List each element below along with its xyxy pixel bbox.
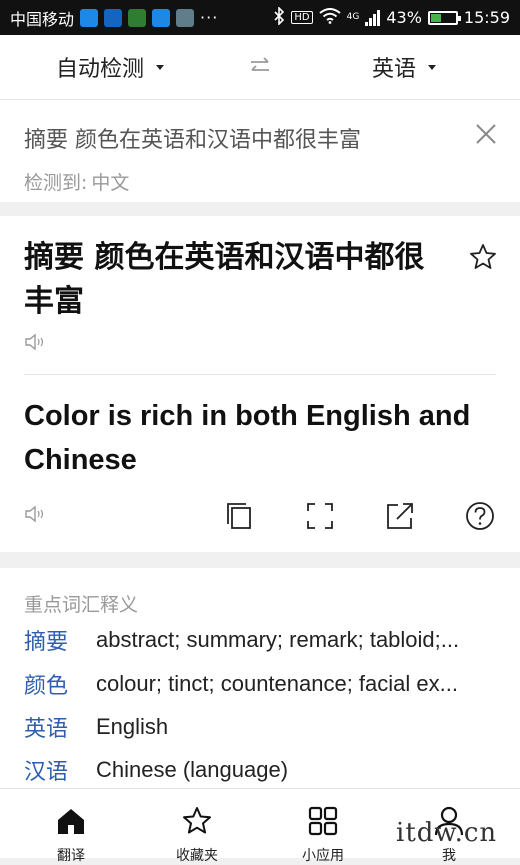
key-vocabulary-section: 重点词汇释义 摘要 abstract; summary; remark; tab… — [0, 568, 520, 790]
notification-app-icon — [104, 8, 123, 27]
detected-language: 检测到: 中文 — [24, 168, 129, 195]
chevron-down-icon — [156, 64, 165, 70]
source-language-label: 自动检测 — [56, 57, 145, 82]
nav-label: 翻译 — [57, 848, 85, 864]
vocab-word: 颜色 — [24, 674, 69, 699]
result-card: 摘要 颜色在英语和汉语中都很丰富 Color is rich in both E… — [0, 216, 520, 552]
copy-icon[interactable] — [224, 500, 256, 532]
vocab-item[interactable]: 汉语 Chinese (language) — [24, 750, 504, 790]
vocab-definition: abstract; summary; remark; tabloid;... — [96, 627, 460, 652]
vocab-item[interactable]: 摘要 abstract; summary; remark; tabloid;..… — [24, 620, 504, 660]
speaker-icon[interactable] — [24, 332, 48, 352]
notification-image-icon — [176, 8, 195, 27]
close-icon[interactable] — [472, 120, 500, 148]
status-bar: 中国移动 ··· HD 4G 43% 15:59 — [0, 0, 520, 35]
section-title: 重点词汇释义 — [24, 594, 139, 616]
translation-text: Color is rich in both English and Chines… — [24, 400, 471, 476]
vocab-word: 摘要 — [24, 630, 69, 655]
notification-app-icon — [80, 8, 99, 27]
source-language-selector[interactable]: 自动检测 — [56, 51, 165, 83]
vocab-definition: English — [96, 714, 169, 739]
swap-arrows-icon[interactable] — [248, 55, 272, 77]
star-icon — [183, 807, 211, 834]
detected-language-value: 中文 — [91, 172, 130, 194]
home-icon — [58, 809, 84, 834]
nav-item-translate[interactable]: 翻译 — [6, 789, 136, 864]
nav-label: 我 — [442, 848, 456, 864]
notification-app-icon — [152, 8, 171, 27]
input-card: 摘要 颜色在英语和汉语中都很丰富 检测到: 中文 — [0, 100, 520, 202]
nav-item-favorites[interactable]: 收藏夹 — [132, 789, 262, 864]
battery-icon — [427, 10, 461, 25]
notification-shield-icon — [128, 8, 147, 27]
share-icon[interactable] — [384, 500, 416, 532]
signal-icon — [365, 9, 381, 26]
vocab-word: 英语 — [24, 717, 69, 742]
chevron-down-icon — [428, 64, 437, 70]
speaker-icon[interactable] — [24, 504, 48, 524]
wifi-icon — [319, 7, 341, 28]
detected-label: 检测到: — [24, 172, 88, 194]
nav-label: 收藏夹 — [176, 848, 218, 864]
nav-item-mini-apps[interactable]: 小应用 — [258, 789, 388, 864]
nav-label: 小应用 — [302, 848, 344, 864]
battery-percent: 43% — [386, 8, 422, 27]
fullscreen-icon[interactable] — [304, 500, 336, 532]
language-bar: 自动检测 英语 — [0, 35, 520, 100]
carrier-name: 中国移动 — [10, 9, 75, 29]
more-notifications: ··· — [200, 8, 219, 27]
vocab-definition: Chinese (language) — [96, 757, 289, 782]
watermark: itdw.cn — [396, 818, 498, 848]
vocab-item[interactable]: 颜色 colour; tinct; countenance; facial ex… — [24, 664, 504, 704]
target-language-selector[interactable]: 英语 — [372, 51, 437, 83]
network-type: 4G — [346, 11, 360, 22]
vocab-definition: colour; tinct; countenance; facial ex... — [96, 671, 458, 696]
target-language-label: 英语 — [372, 57, 417, 82]
vocab-item[interactable]: 英语 English — [24, 707, 504, 747]
source-text-display: 摘要 颜色在英语和汉语中都很丰富 — [24, 240, 425, 319]
clock: 15:59 — [463, 8, 510, 27]
help-icon[interactable] — [464, 500, 496, 532]
apps-grid-icon — [308, 806, 338, 836]
star-icon[interactable] — [468, 242, 498, 272]
vocab-word: 汉语 — [24, 760, 69, 785]
divider — [24, 374, 496, 375]
hd-badge: HD — [291, 11, 313, 24]
bluetooth-icon — [273, 5, 285, 29]
source-text-input[interactable]: 摘要 颜色在英语和汉语中都很丰富 — [24, 122, 361, 154]
